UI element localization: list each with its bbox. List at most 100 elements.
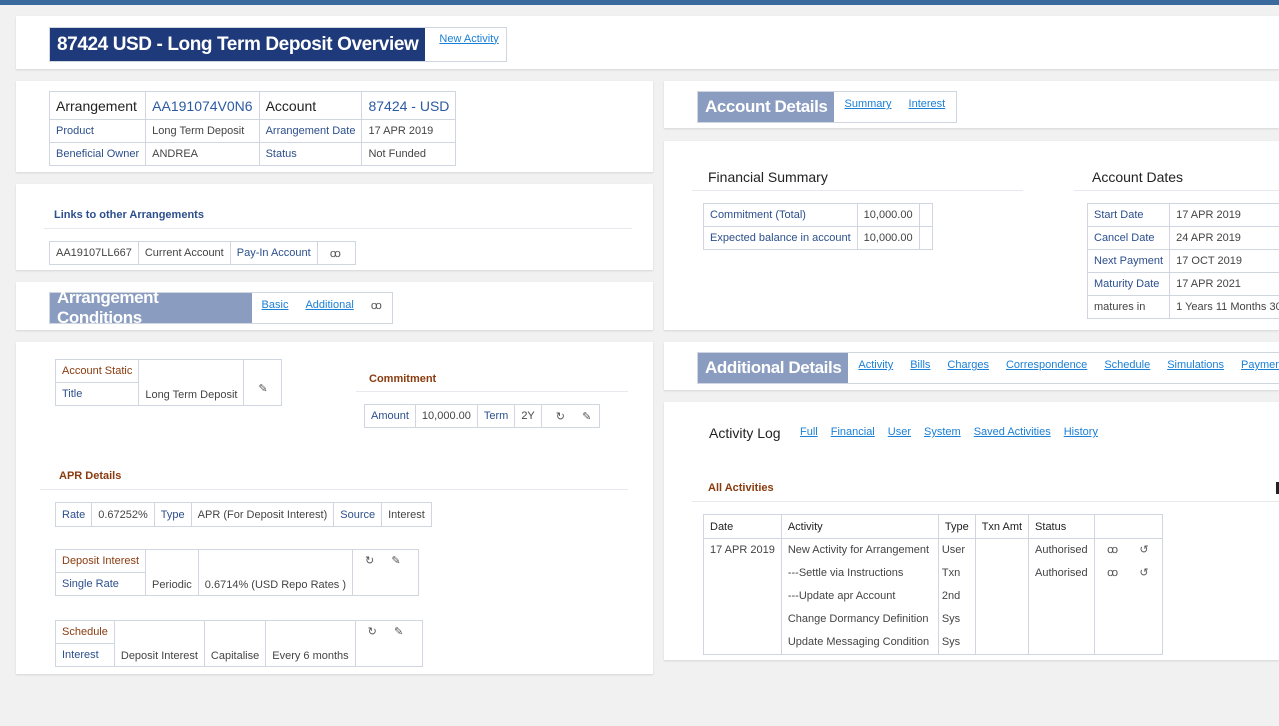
edit-pencil-icon[interactable]: ✎ [394, 625, 403, 638]
commitment-total-value: 10,000.00 [856, 203, 920, 227]
activity-log-title: Activity Log [709, 425, 781, 441]
linked-arrangement-id: AA19107LL667 [49, 241, 139, 265]
header-panel: 87424 USD - Long Term Deposit Overview N… [16, 16, 1279, 69]
tab-simulations[interactable]: Simulations [1167, 359, 1224, 371]
interest-label: Interest [55, 643, 115, 667]
links-panel: Links to other Arrangements AA19107LL667… [16, 184, 653, 270]
account-details-header-panel: Account Details Summary Interest [664, 81, 1279, 128]
view-glasses-icon[interactable]: ꝏ [371, 299, 382, 312]
filter-full[interactable]: Full [800, 426, 818, 438]
account-details-title: Account Details [698, 92, 835, 122]
filter-financial[interactable]: Financial [831, 426, 875, 438]
tab-activity[interactable]: Activity [858, 359, 893, 371]
additional-details-title: Additional Details [698, 353, 849, 383]
tab-interest[interactable]: Interest [909, 98, 946, 110]
amount-value: 10,000.00 [414, 404, 478, 428]
tab-correspondence[interactable]: Correspondence [1006, 359, 1087, 371]
cancel-date-label: Cancel Date [1086, 226, 1171, 250]
maturity-date-value: 17 APR 2021 [1169, 272, 1279, 296]
tab-charges[interactable]: Charges [947, 359, 989, 371]
conditions-title: Arrangement Conditions [50, 288, 252, 327]
arrangement-label: Arrangement [48, 91, 147, 120]
matures-in-label: matures in [1086, 295, 1171, 319]
activity-date: 17 APR 2019 [703, 538, 782, 655]
commitment-total-label: Commitment (Total) [703, 203, 858, 227]
filter-history[interactable]: History [1064, 426, 1098, 438]
conditions-body-panel: Account Static Long Term Deposit ✎ Title… [16, 342, 653, 674]
beneficial-owner-value: ANDREA [145, 142, 260, 166]
single-rate-value: 0.6714% (USD Repo Rates ) [197, 549, 354, 596]
rate-label: Rate [54, 502, 93, 527]
schedule-interest-value: Deposit Interest [113, 620, 205, 667]
activity-status-2: Authorised [1035, 567, 1088, 579]
edit-pencil-icon[interactable]: ✎ [582, 410, 591, 423]
tab-payments[interactable]: Paymen [1241, 359, 1279, 371]
next-payment-label: Next Payment [1086, 249, 1171, 273]
tab-schedule[interactable]: Schedule [1104, 359, 1150, 371]
status-label: Status [258, 142, 363, 166]
activity-type-3: 2nd [941, 590, 961, 602]
financial-summary-title: Financial Summary [708, 169, 828, 185]
col-date: Date [703, 514, 782, 539]
filter-system[interactable]: System [924, 426, 961, 438]
type-label: Type [153, 502, 192, 527]
reverse-icon[interactable]: ↺ [1139, 539, 1148, 562]
source-value: Interest [381, 502, 432, 527]
arrangement-date-value: 17 APR 2019 [361, 119, 457, 143]
activities-table: Date Activity Type Txn Amt Status 17 APR… [703, 514, 1164, 655]
arrangement-table: Arrangement AA191074V0N6 Account 87424 -… [48, 91, 457, 166]
beneficial-owner-label: Beneficial Owner [48, 142, 147, 166]
tab-bills[interactable]: Bills [910, 359, 930, 371]
edit-pencil-icon[interactable]: ✎ [258, 382, 267, 395]
tab-additional[interactable]: Additional [305, 299, 353, 311]
activity-log-filters: Full Financial User System Saved Activit… [800, 426, 1098, 438]
arrangement-panel: Arrangement AA191074V0N6 Account 87424 -… [16, 81, 653, 172]
refresh-icon[interactable]: ↻ [556, 410, 565, 423]
dates-table: Start Date 17 APR 2019 Cancel Date 24 AP… [1086, 203, 1279, 319]
matures-in-value: 1 Years 11 Months 30 [1169, 295, 1279, 319]
title-label: Title [54, 382, 140, 406]
new-activity-link[interactable]: New Activity [439, 33, 498, 45]
arrangement-id-link[interactable]: AA191074V0N6 [145, 91, 260, 120]
header-box: 87424 USD - Long Term Deposit Overview N… [49, 27, 507, 62]
activity-type-5: Sys [941, 636, 961, 648]
amount-label: Amount [364, 404, 416, 428]
commitment-divider [356, 391, 628, 392]
activity-log-panel: Activity Log Full Financial User System … [664, 402, 1279, 660]
apr-details-title: APR Details [59, 470, 122, 482]
product-value: Long Term Deposit [145, 119, 260, 143]
commitment-table: Amount 10,000.00 Term 2Y ↻ ✎ [364, 404, 600, 428]
account-details-tabbox: Account Details Summary Interest [697, 91, 957, 123]
schedule-table: Schedule Deposit Interest Capitalise Eve… [55, 620, 423, 667]
view-glasses-icon[interactable]: ꝏ [1107, 539, 1118, 562]
next-payment-value: 17 OCT 2019 [1169, 249, 1279, 273]
activities-divider [692, 501, 1279, 502]
account-dates-title: Account Dates [1092, 169, 1184, 185]
refresh-icon[interactable]: ↻ [365, 554, 374, 567]
expected-balance-label: Expected balance in account [703, 226, 858, 250]
arrangement-date-label: Arrangement Date [258, 119, 363, 143]
view-glasses-icon[interactable]: ꝏ [330, 247, 341, 260]
activity-row-2: ---Settle via Instructions [787, 567, 904, 579]
deposit-interest-table: Deposit Interest Periodic 0.6714% (USD R… [54, 549, 420, 596]
tab-summary[interactable]: Summary [844, 98, 891, 110]
activity-type-2: Txn [941, 567, 961, 579]
col-actions [1094, 514, 1164, 539]
reverse-icon[interactable]: ↺ [1139, 562, 1148, 585]
tab-basic[interactable]: Basic [262, 299, 289, 311]
activity-type-4: Sys [941, 613, 961, 625]
financial-table: Commitment (Total) 10,000.00 Expected ba… [703, 203, 933, 250]
col-activity: Activity [780, 514, 939, 539]
filter-user[interactable]: User [888, 426, 911, 438]
filter-saved-activities[interactable]: Saved Activities [974, 426, 1051, 438]
account-id-link[interactable]: 87424 - USD [361, 91, 457, 120]
account-label: Account [258, 91, 363, 120]
view-glasses-icon[interactable]: ꝏ [1107, 562, 1118, 585]
schedule-label: Schedule [55, 620, 115, 644]
refresh-icon[interactable]: ↻ [368, 625, 377, 638]
source-label: Source [333, 502, 383, 527]
type-value: APR (For Deposit Interest) [190, 502, 335, 527]
linked-arrangement-type: Current Account [137, 241, 231, 265]
edit-pencil-icon[interactable]: ✎ [391, 554, 400, 567]
start-date-label: Start Date [1086, 203, 1171, 227]
